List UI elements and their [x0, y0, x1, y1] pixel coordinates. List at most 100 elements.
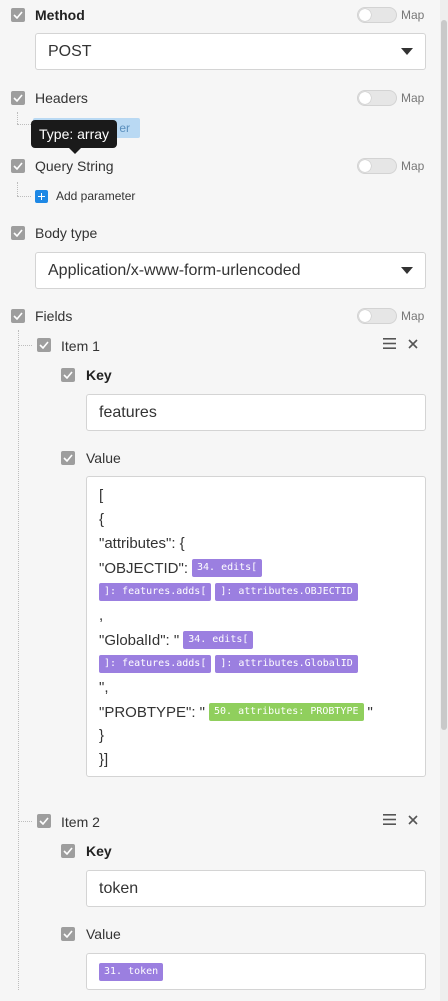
- code-text: }: [99, 727, 105, 744]
- code-line: {: [99, 511, 104, 528]
- code-line: }]: [99, 751, 108, 768]
- item-1-value-label: Value: [86, 450, 121, 466]
- tree-line: [17, 182, 18, 196]
- code-line: [: [99, 487, 103, 504]
- map-label: Map: [401, 8, 425, 22]
- toggle-switch[interactable]: [357, 90, 397, 106]
- item-2-value-editor[interactable]: 31. token: [86, 953, 426, 990]
- add-header-label: er: [119, 121, 130, 135]
- item-2-checkbox[interactable]: [37, 814, 51, 828]
- checkmark-icon: [13, 94, 23, 102]
- code-text: ,: [99, 607, 104, 624]
- item-1-value-checkbox[interactable]: [61, 451, 75, 465]
- checkmark-icon: [63, 454, 73, 462]
- item-2-key-label: Key: [86, 843, 112, 859]
- plus-icon: [35, 189, 48, 203]
- close-icon[interactable]: [408, 814, 418, 825]
- code-line: ",: [99, 679, 109, 696]
- chevron-down-icon: [401, 48, 413, 55]
- tree-line: [18, 821, 32, 822]
- query-string-label: Query String: [35, 158, 114, 174]
- code-text: }]: [99, 751, 109, 768]
- scrollbar-thumb[interactable]: [441, 20, 447, 730]
- mapped-variable-pill[interactable]: 31. token: [99, 962, 164, 981]
- checkmark-icon: [63, 930, 73, 938]
- drag-handle-icon[interactable]: [383, 338, 396, 349]
- tree-line: [18, 330, 19, 990]
- fields-checkbox[interactable]: [11, 309, 25, 323]
- item-2-value-label: Value: [86, 926, 121, 942]
- item-1-key-label: Key: [86, 367, 112, 383]
- code-line: ]: features.adds[ ]: attributes.OBJECTID: [99, 583, 358, 601]
- item-1-key-value: features: [99, 403, 157, 421]
- add-parameter-button[interactable]: Add parameter: [35, 189, 135, 203]
- map-label: Map: [401, 309, 425, 323]
- item-2-value-checkbox[interactable]: [61, 927, 75, 941]
- headers-map-toggle[interactable]: Map: [357, 90, 424, 106]
- checkmark-icon: [39, 341, 49, 349]
- checkmark-icon: [39, 817, 49, 825]
- method-map-toggle[interactable]: Map: [357, 7, 424, 23]
- checkmark-icon: [13, 229, 23, 237]
- map-label: Map: [401, 91, 425, 105]
- code-text: "PROBTYPE": ": [99, 703, 205, 721]
- body-type-value: Application/x-www-form-urlencoded: [48, 261, 301, 279]
- item-2-key-checkbox[interactable]: [61, 844, 75, 858]
- mapped-variable-pill[interactable]: ]: features.adds[: [99, 583, 212, 601]
- add-parameter-label: Add parameter: [56, 189, 136, 203]
- item-1-key-input[interactable]: features: [86, 394, 426, 431]
- checkmark-icon: [13, 11, 23, 19]
- code-text: ": [367, 703, 373, 721]
- type-tooltip: Type: array: [31, 120, 118, 154]
- method-checkbox[interactable]: [11, 8, 25, 22]
- code-text: "GlobalId": ": [99, 631, 180, 649]
- checkmark-icon: [13, 162, 23, 170]
- tree-line: [17, 124, 31, 125]
- headers-label: Headers: [35, 90, 88, 106]
- mapped-variable-pill[interactable]: ]: features.adds[: [99, 655, 212, 673]
- close-icon[interactable]: [408, 338, 418, 349]
- code-text: "OBJECTID":: [99, 559, 188, 577]
- mapped-variable-pill[interactable]: 34. edits[: [192, 559, 263, 577]
- tree-line: [17, 196, 31, 197]
- mapped-variable-pill[interactable]: 34. edits[: [183, 631, 254, 649]
- item-2-controls: [383, 814, 418, 825]
- code-text: "attributes": {: [99, 535, 185, 552]
- toggle-switch[interactable]: [357, 7, 397, 23]
- code-text: [: [99, 487, 104, 504]
- checkmark-icon: [63, 371, 73, 379]
- tree-line: [17, 112, 18, 124]
- item-1-checkbox[interactable]: [37, 338, 51, 352]
- mapped-variable-pill[interactable]: ]: attributes.OBJECTID: [215, 583, 358, 601]
- map-label: Map: [401, 159, 425, 173]
- body-type-checkbox[interactable]: [11, 226, 25, 240]
- toggle-switch[interactable]: [357, 308, 397, 324]
- checkmark-icon: [63, 847, 73, 855]
- code-line: "OBJECTID": 34. edits[: [99, 559, 263, 577]
- code-line: ,: [99, 607, 103, 624]
- chevron-down-icon: [401, 267, 413, 274]
- toggle-switch[interactable]: [357, 158, 397, 174]
- code-line: "PROBTYPE": " 50. attributes: PROBTYPE ": [99, 703, 373, 721]
- headers-checkbox[interactable]: [11, 91, 25, 105]
- checkmark-icon: [13, 312, 23, 320]
- query-string-map-toggle[interactable]: Map: [357, 158, 424, 174]
- item-2-key-input[interactable]: token: [86, 870, 426, 907]
- fields-map-toggle[interactable]: Map: [357, 308, 424, 324]
- code-line: ]: features.adds[ ]: attributes.GlobalID: [99, 655, 358, 673]
- item-2-title: Item 2: [61, 814, 100, 830]
- item-1-value-editor[interactable]: [ { "attributes": { "OBJECTID": 34. edit…: [86, 476, 426, 777]
- item-1-key-checkbox[interactable]: [61, 368, 75, 382]
- body-type-select[interactable]: Application/x-www-form-urlencoded: [35, 252, 426, 289]
- method-select[interactable]: POST: [35, 33, 426, 70]
- code-text: {: [99, 511, 105, 528]
- item-1-controls: [383, 338, 418, 349]
- code-line: "GlobalId": " 34. edits[: [99, 631, 254, 649]
- code-text: ",: [99, 679, 109, 696]
- query-string-checkbox[interactable]: [11, 159, 25, 173]
- mapped-variable-pill[interactable]: ]: attributes.GlobalID: [215, 655, 358, 673]
- body-type-label: Body type: [35, 225, 98, 241]
- item-2-key-value: token: [99, 879, 139, 897]
- drag-handle-icon[interactable]: [383, 814, 396, 825]
- mapped-variable-pill[interactable]: 50. attributes: PROBTYPE: [209, 703, 364, 721]
